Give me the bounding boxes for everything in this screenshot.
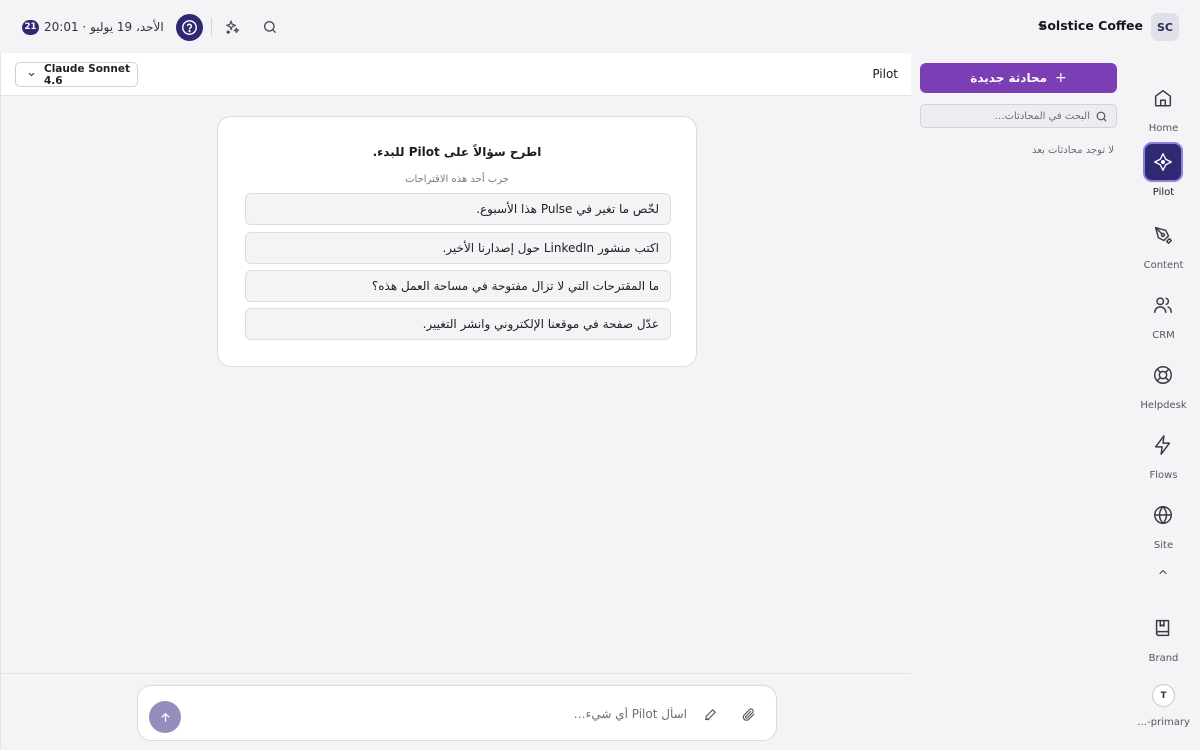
- plus-icon: +: [1055, 70, 1067, 86]
- composer-divider: [1, 673, 912, 674]
- rail-item-pilot[interactable]: Pilot: [1127, 142, 1200, 202]
- conversation-search: [920, 104, 1117, 128]
- book-icon: [1143, 608, 1183, 648]
- model-name: Claude Sonnet 4.6: [44, 62, 131, 87]
- rail-label: Home: [1148, 123, 1179, 134]
- chat-title: Pilot: [872, 67, 898, 81]
- pilot-icon: [1143, 142, 1183, 182]
- rail-label: Flows: [1149, 470, 1178, 481]
- paperclip-icon[interactable]: [741, 707, 756, 722]
- help-button[interactable]: [175, 13, 203, 41]
- new-chat-label: محادثة جديدة: [970, 71, 1048, 85]
- rail-item-site[interactable]: Site: [1127, 495, 1200, 555]
- pen-tool-icon: [1143, 215, 1183, 255]
- app-rail: Home Pilot Content CRM Helpdesk Flows Si…: [1127, 53, 1200, 750]
- chevron-down-icon: [27, 70, 36, 79]
- chat-panel: Claude Sonnet 4.6 Pilot اطرح سؤالاً على …: [0, 53, 912, 750]
- top-bar: 21 الأحد، 19 يوليو · 20:01 Solstice Coff…: [0, 0, 1200, 53]
- life-buoy-icon: [1143, 355, 1183, 395]
- model-selector[interactable]: Claude Sonnet 4.6: [15, 62, 138, 87]
- rail-item-home[interactable]: Home: [1127, 78, 1200, 138]
- send-button[interactable]: [149, 701, 181, 733]
- rail-item-crm[interactable]: CRM: [1127, 285, 1200, 345]
- help-circle-icon: [181, 19, 198, 36]
- date-time: الأحد، 19 يوليو · 20:01: [44, 20, 164, 34]
- rail-label: Content: [1143, 260, 1184, 271]
- rail-label: Pilot: [1152, 187, 1175, 198]
- conversation-search-input[interactable]: [930, 109, 1090, 124]
- sparkles-icon[interactable]: [224, 18, 242, 36]
- rail-label: CRM: [1152, 330, 1175, 341]
- zap-icon: [1143, 425, 1183, 465]
- day-badge: 21: [22, 19, 39, 35]
- suggestion-button[interactable]: اكتب منشور LinkedIn حول إصدارنا الأخير.: [245, 232, 671, 264]
- toolbar-divider: [210, 18, 212, 36]
- arrow-up-icon: [159, 711, 172, 724]
- new-chat-button[interactable]: + محادثة جديدة: [920, 63, 1117, 93]
- composer: [137, 685, 777, 741]
- empty-conversations-text: لا توجد محادثات بعد: [1031, 145, 1114, 156]
- user-avatar[interactable]: T: [1152, 684, 1175, 707]
- pencil-icon[interactable]: [703, 707, 718, 722]
- rail-item-flows[interactable]: Flows: [1127, 425, 1200, 485]
- globe-icon: [1143, 495, 1183, 535]
- starter-title: اطرح سؤالاً على Pilot للبدء.: [372, 145, 542, 159]
- chevron-up-icon[interactable]: [1157, 566, 1169, 578]
- rail-label: Site: [1153, 540, 1174, 551]
- starter-card: اطرح سؤالاً على Pilot للبدء. جرب أحد هذه…: [217, 116, 697, 367]
- home-icon: [1143, 78, 1183, 118]
- rail-label: Brand: [1148, 653, 1179, 664]
- starter-subtitle: جرب أحد هذه الاقتراحات: [405, 174, 509, 185]
- search-icon[interactable]: [261, 18, 279, 36]
- rail-item-helpdesk[interactable]: Helpdesk: [1127, 355, 1200, 415]
- top-bar-left: 21 الأحد، 19 يوليو · 20:01: [22, 13, 279, 41]
- user-label[interactable]: …-primary: [1127, 717, 1200, 728]
- rail-label: Helpdesk: [1140, 400, 1187, 411]
- users-icon: [1143, 285, 1183, 325]
- workspace-avatar[interactable]: SC: [1151, 13, 1179, 41]
- suggestion-button[interactable]: عدّل صفحة في موقعنا الإلكتروني وانشر الت…: [245, 308, 671, 340]
- workspace-name[interactable]: Solstice Coffee: [1038, 18, 1143, 33]
- rail-item-brand[interactable]: Brand: [1127, 608, 1200, 668]
- suggestion-button[interactable]: ما المقترحات التي لا تزال مفتوحة في مساح…: [245, 270, 671, 302]
- rail-item-content[interactable]: Content: [1127, 215, 1200, 275]
- suggestion-button[interactable]: لخّص ما تغير في Pulse هذا الأسبوع.: [245, 193, 671, 225]
- composer-input[interactable]: [257, 704, 687, 724]
- conversations-panel: + محادثة جديدة لا توجد محادثات بعد: [911, 53, 1127, 750]
- search-icon: [1095, 110, 1108, 123]
- chat-header: Claude Sonnet 4.6 Pilot: [1, 53, 912, 96]
